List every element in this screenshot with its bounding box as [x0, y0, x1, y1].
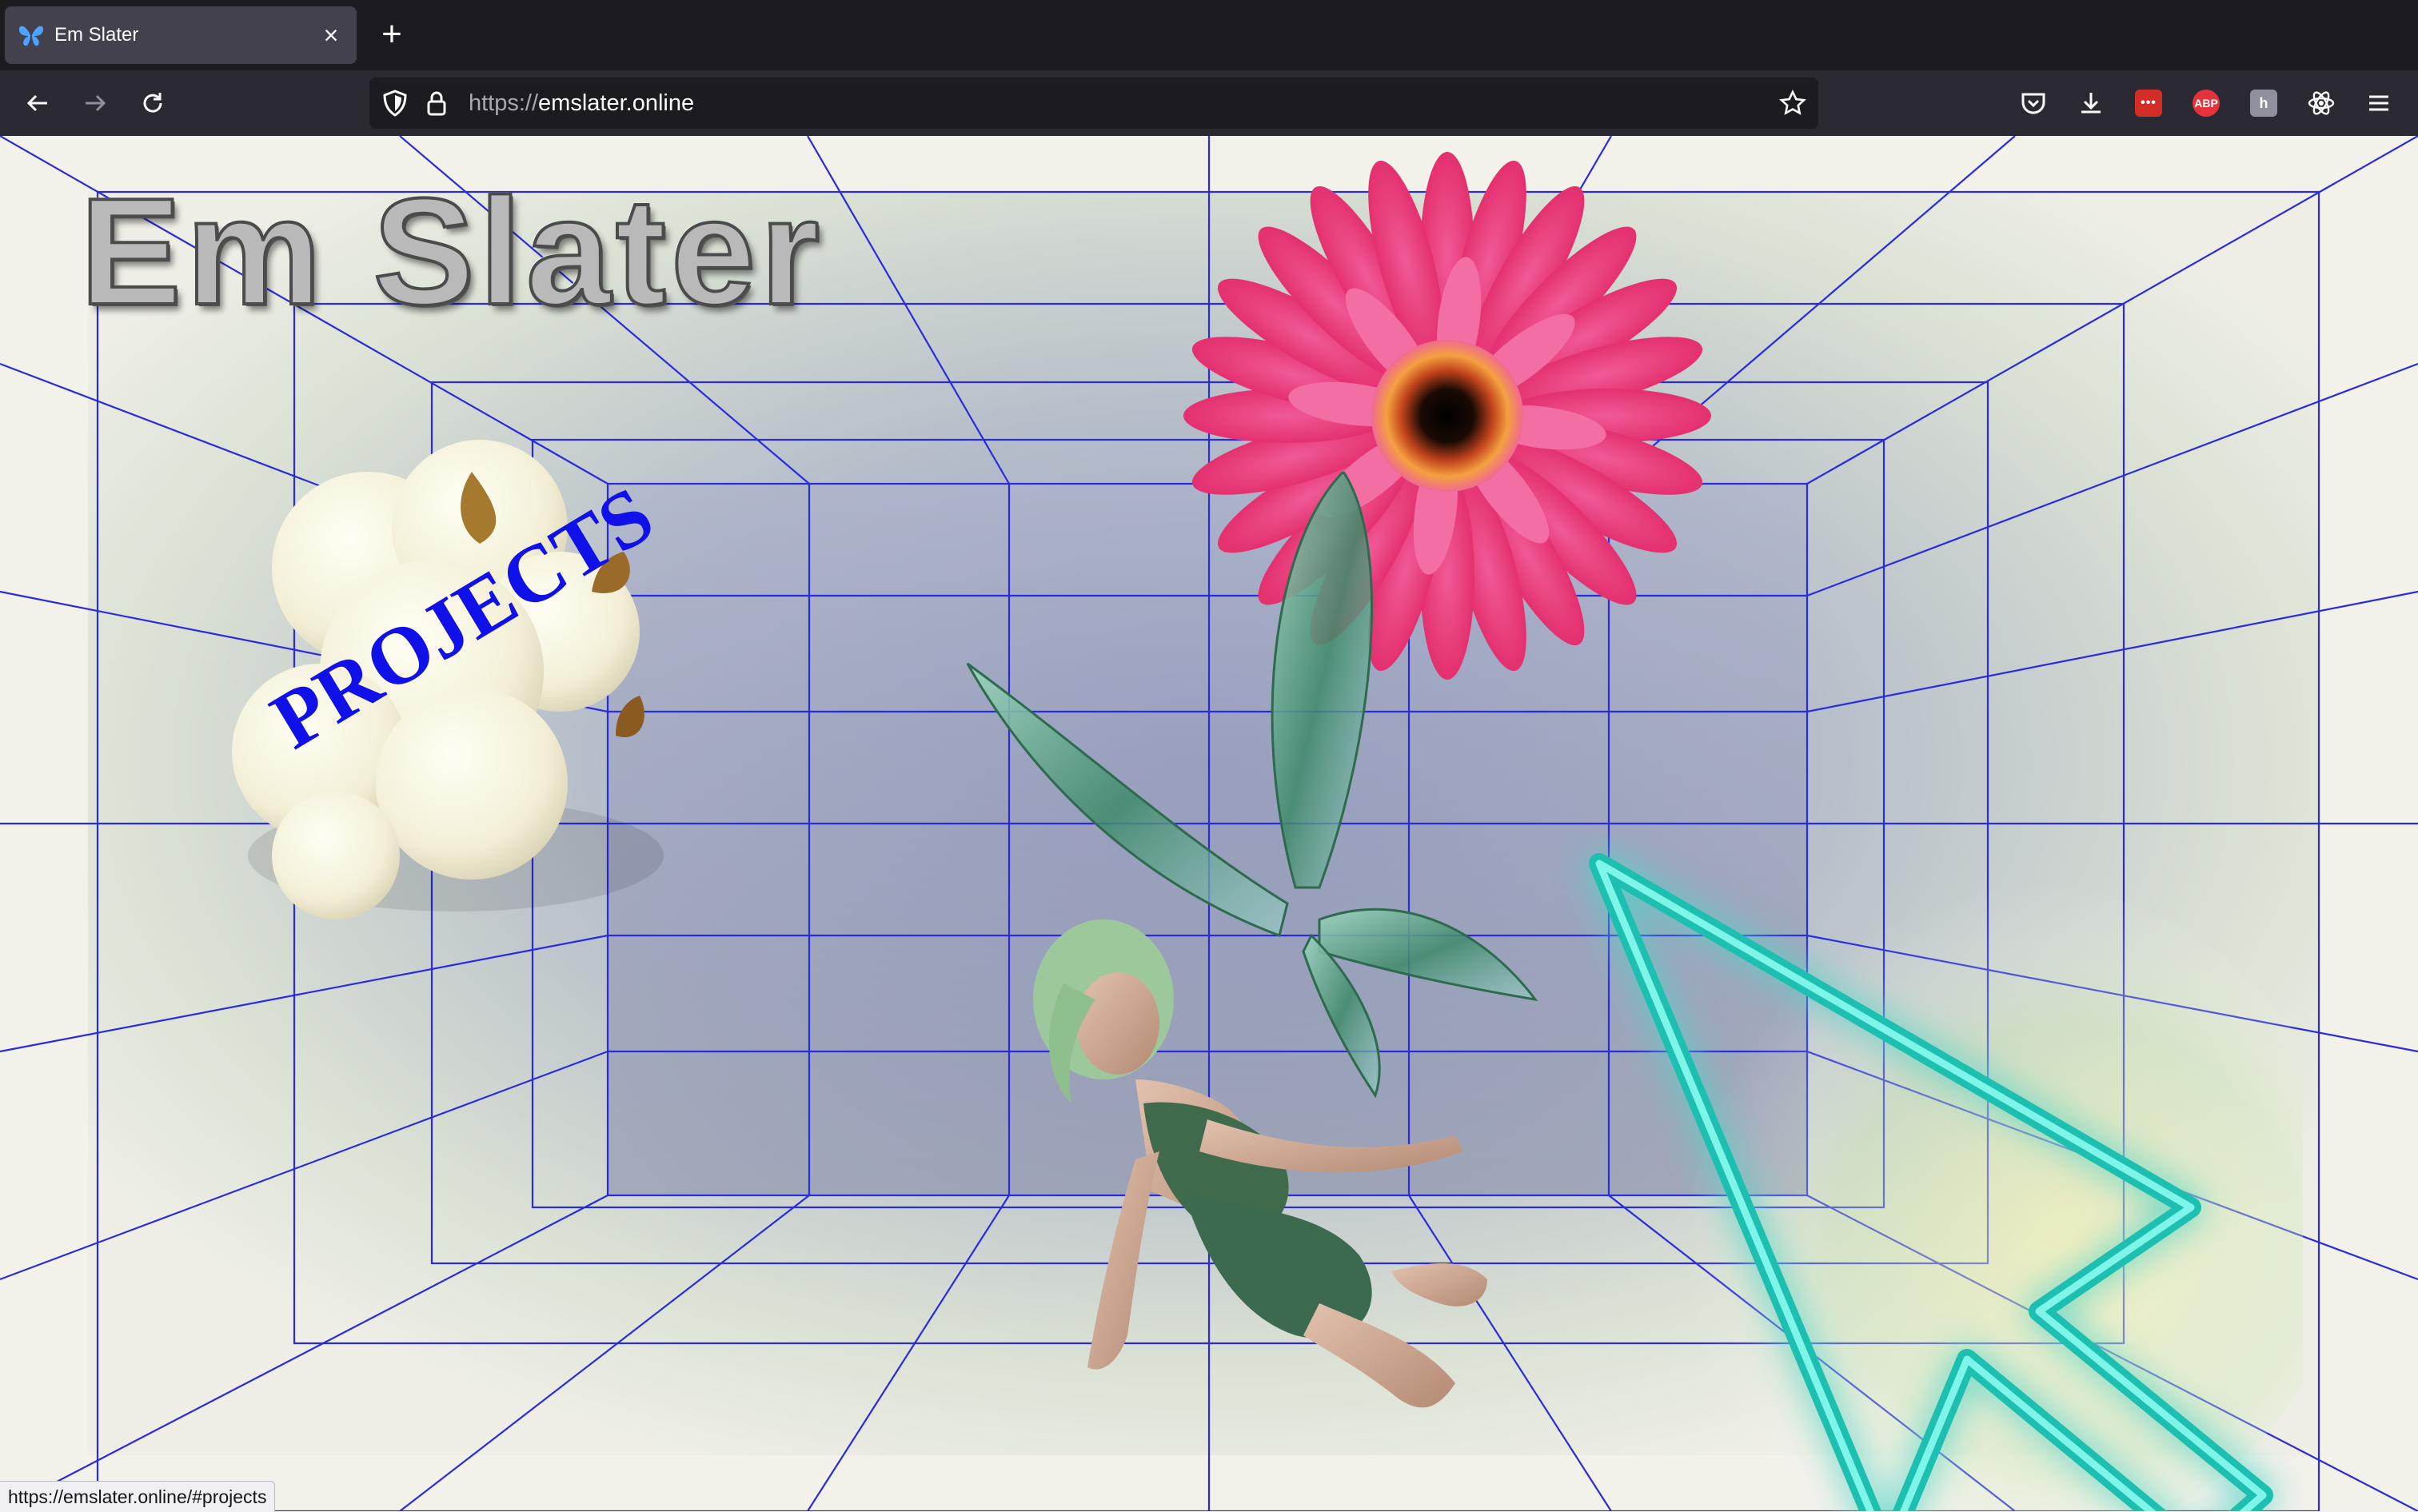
download-icon [2081, 93, 2101, 114]
pocket-icon [2021, 93, 2045, 114]
reload-icon [143, 93, 162, 113]
tab-em-slater[interactable]: Em Slater × [5, 6, 357, 64]
url-text[interactable]: https://emslater.online [469, 78, 694, 129]
adblock-icon: ABP [2193, 90, 2220, 117]
forward-button[interactable] [75, 83, 115, 123]
new-tab-button[interactable]: + [373, 16, 411, 54]
neon-cursor-image [1589, 853, 2303, 1511]
lock-icon[interactable] [422, 89, 451, 118]
status-bar-link-preview: https://emslater.online/#projects [0, 1481, 276, 1512]
pocket-button[interactable] [2013, 83, 2053, 123]
fairy-image [966, 472, 1538, 1408]
extension-icon: h [2250, 90, 2277, 117]
bookmark-star-icon[interactable] [1778, 89, 1807, 118]
downloads-button[interactable] [2071, 83, 2111, 123]
navigation-toolbar: https://emslater.online ••• ABP h [0, 70, 2418, 136]
back-arrow-icon [26, 94, 47, 112]
address-bar[interactable]: https://emslater.online [369, 78, 1818, 129]
reload-button[interactable] [133, 83, 173, 123]
close-tab-icon[interactable]: × [313, 18, 349, 53]
tracking-protection-shield-icon[interactable] [381, 89, 409, 118]
extension-button[interactable]: h [2244, 83, 2284, 123]
react-devtools-button[interactable] [2301, 83, 2341, 123]
adblock-button[interactable]: ABP [2186, 83, 2226, 123]
tab-title: Em Slater [54, 24, 139, 46]
app-menu-button[interactable] [2359, 83, 2399, 123]
web-page: Em Slater PROJECTS [0, 136, 2418, 1511]
tab-strip: Em Slater × + [0, 0, 2418, 70]
site-title: Em Slater [78, 167, 824, 337]
butterfly-icon [18, 26, 44, 46]
forward-arrow-icon [86, 94, 106, 112]
lastpass-icon: ••• [2135, 90, 2162, 117]
lastpass-button[interactable]: ••• [2129, 83, 2169, 123]
menu-icon [2369, 95, 2388, 111]
url-host: emslater.online [538, 90, 695, 116]
react-devtools-icon [2308, 91, 2335, 115]
url-scheme: https:// [469, 90, 539, 116]
back-button[interactable] [18, 83, 58, 123]
